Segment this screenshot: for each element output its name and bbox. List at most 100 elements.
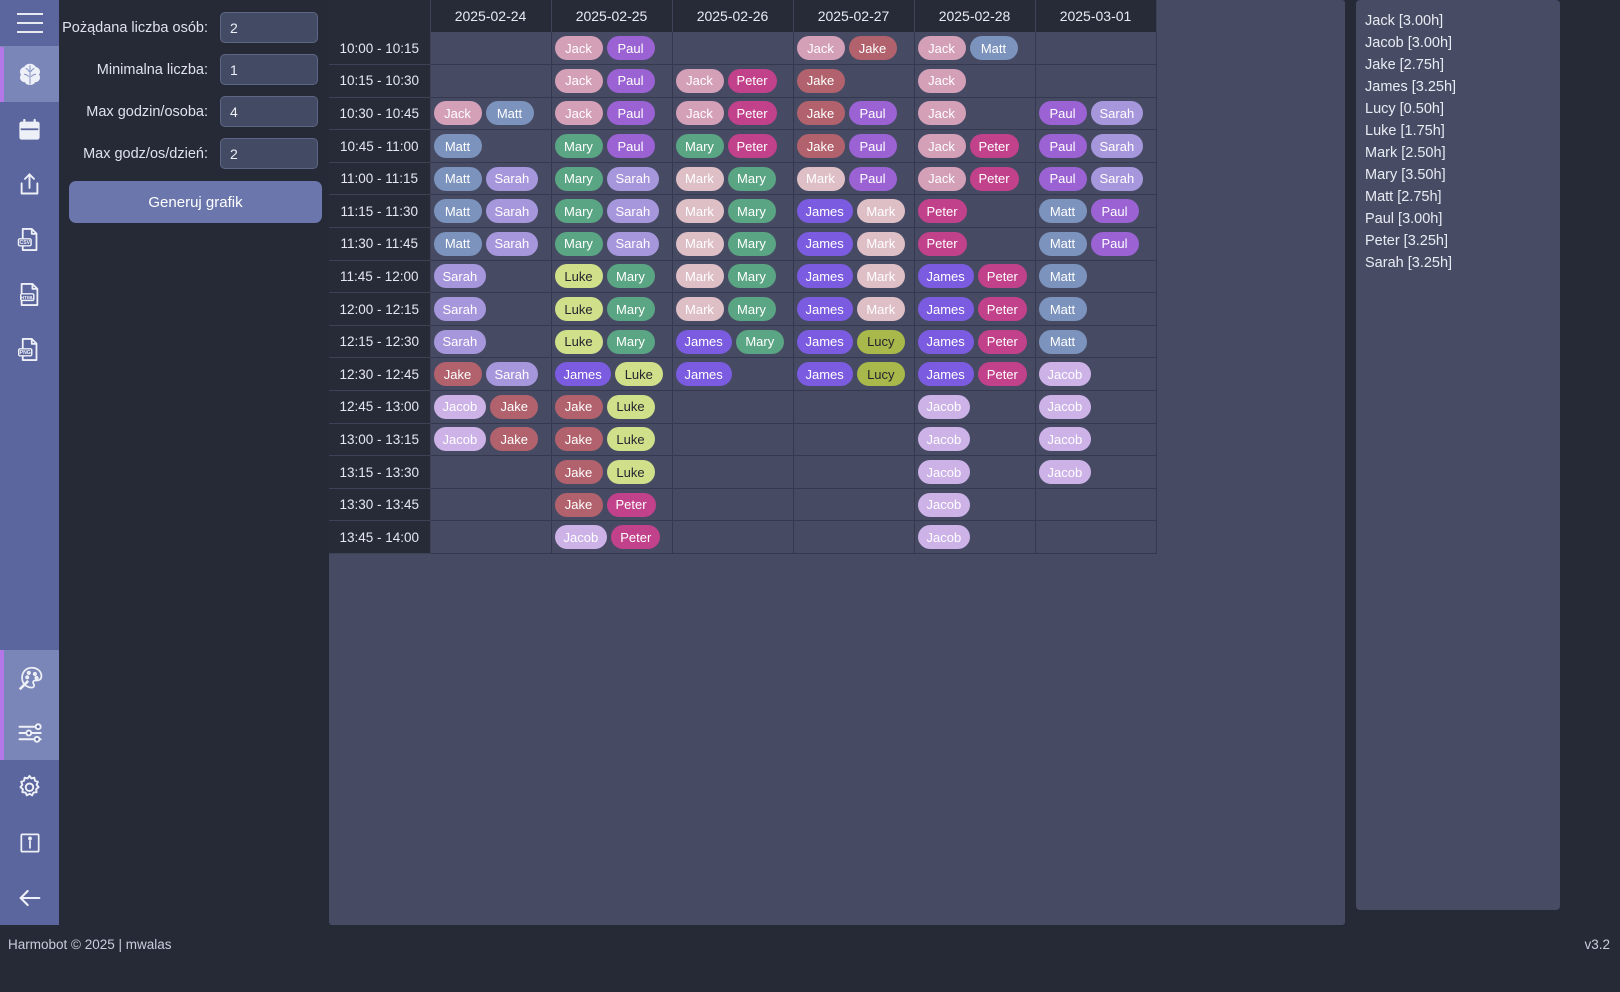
assignment-pill[interactable]: Jack [796,36,845,61]
schedule-slot-cell[interactable] [430,488,552,522]
assignment-pill[interactable]: James [675,362,732,387]
assignment-pill[interactable]: Mary [554,134,603,159]
assignment-pill[interactable]: James [796,362,853,387]
schedule-slot-cell[interactable]: Peter [914,194,1036,229]
assignment-pill[interactable]: Jack [433,101,482,126]
schedule-slot-cell[interactable] [1035,32,1157,66]
max-hours-per-person-input[interactable] [220,96,318,127]
assignment-pill[interactable]: Jacob [917,460,971,485]
assignment-pill[interactable]: Mark [675,199,724,224]
hamburger-menu-button[interactable] [0,0,59,47]
schedule-slot-cell[interactable]: Jacob Peter [551,520,673,554]
schedule-slot-cell[interactable] [793,423,915,457]
assignment-pill[interactable]: James [675,329,732,354]
sidebar-item-sliders[interactable] [0,705,59,760]
schedule-slot-cell[interactable] [672,423,794,457]
schedule-slot-cell[interactable]: Jacob [914,390,1036,424]
assignment-pill[interactable]: Peter [727,134,777,159]
assignment-pill[interactable]: Mary [735,329,784,354]
schedule-slot-cell[interactable]: James Mark [793,260,915,294]
assignment-pill[interactable]: Sarah [1090,134,1144,159]
schedule-slot-cell[interactable] [430,64,552,98]
assignment-pill[interactable]: Peter [977,362,1027,387]
assignment-pill[interactable]: Mark [796,166,845,191]
assignment-pill[interactable]: Paul [848,101,897,126]
assignment-pill[interactable]: Paul [1038,166,1087,191]
sidebar-item-settings[interactable] [0,760,59,815]
assignment-pill[interactable]: Sarah [433,329,487,354]
assignment-pill[interactable]: Matt [433,134,482,159]
assignment-pill[interactable]: Jack [675,101,724,126]
assignment-pill[interactable]: Mary [554,231,603,256]
assignment-pill[interactable]: Luke [554,264,603,289]
assignment-pill[interactable]: James [796,231,853,256]
schedule-slot-cell[interactable]: Paul Sarah [1035,97,1157,131]
assignment-pill[interactable]: James [796,329,853,354]
schedule-slot-cell[interactable]: Jake Sarah [430,357,552,392]
schedule-slot-cell[interactable]: James Peter [914,260,1036,294]
sidebar-item-html-export[interactable]: HTML [0,267,59,322]
assignment-pill[interactable]: James [917,329,974,354]
assignment-pill[interactable]: Sarah [1090,101,1144,126]
schedule-slot-cell[interactable]: Jacob [1035,390,1157,424]
assignment-pill[interactable]: Jake [490,427,539,452]
schedule-slot-cell[interactable]: Jack [914,97,1036,131]
schedule-slot-cell[interactable]: James Luke [551,357,673,392]
assignment-pill[interactable]: Paul [606,68,655,93]
schedule-slot-cell[interactable]: Mary Sarah [551,227,673,261]
schedule-slot-cell[interactable]: Luke Mary [551,325,673,359]
assignment-pill[interactable]: Jack [917,68,966,93]
assignment-pill[interactable]: Lucy [856,362,905,387]
schedule-slot-cell[interactable]: Jake Luke [551,423,673,457]
assignment-pill[interactable]: Jacob [917,427,971,452]
schedule-slot-cell[interactable]: Jack Jake [793,32,915,66]
schedule-slot-cell[interactable]: Jack Paul [551,32,673,66]
assignment-pill[interactable]: Jake [848,36,897,61]
sidebar-item-export[interactable] [0,157,59,212]
schedule-slot-cell[interactable]: Jack Peter [914,162,1036,196]
schedule-slot-cell[interactable]: Jacob Jake [430,423,552,457]
schedule-slot-cell[interactable] [672,390,794,424]
assignment-pill[interactable]: Jake [796,101,845,126]
sidebar-item-brain[interactable] [0,47,59,102]
assignment-pill[interactable]: Jake [796,134,845,159]
max-hours-per-person-per-day-input[interactable] [220,138,318,169]
schedule-slot-cell[interactable]: Mary Sarah [551,194,673,229]
desired-people-count-input[interactable] [220,12,318,43]
assignment-pill[interactable]: Mark [675,297,724,322]
assignment-pill[interactable]: Paul [606,36,655,61]
assignment-pill[interactable]: Sarah [433,264,487,289]
assignment-pill[interactable]: Mark [675,166,724,191]
schedule-slot-cell[interactable]: Jake Luke [551,390,673,424]
schedule-slot-cell[interactable]: Jacob [914,455,1036,489]
assignment-pill[interactable]: Luke [614,362,663,387]
schedule-slot-cell[interactable]: Mark Mary [672,162,794,196]
sidebar-item-csv-export[interactable]: CSV [0,212,59,267]
assignment-pill[interactable]: Sarah [485,231,539,256]
schedule-slot-cell[interactable]: Jake Paul [793,129,915,163]
schedule-slot-cell[interactable]: James Lucy [793,357,915,392]
assignment-pill[interactable]: James [554,362,611,387]
assignment-pill[interactable]: Sarah [606,166,660,191]
assignment-pill[interactable]: Mark [856,297,905,322]
assignment-pill[interactable]: Mark [856,264,905,289]
assignment-pill[interactable]: Jacob [1038,427,1092,452]
sidebar-item-back[interactable] [0,870,59,925]
assignment-pill[interactable]: Mary [606,329,655,354]
schedule-slot-cell[interactable] [1035,520,1157,554]
assignment-pill[interactable]: Jack [917,36,966,61]
assignment-pill[interactable]: Sarah [1090,166,1144,191]
schedule-slot-cell[interactable] [1035,64,1157,98]
assignment-pill[interactable]: Peter [727,68,777,93]
assignment-pill[interactable]: Jacob [917,492,971,517]
schedule-slot-cell[interactable]: Sarah [430,260,552,294]
schedule-slot-cell[interactable]: Matt Sarah [430,194,552,229]
schedule-slot-cell[interactable]: James Mark [793,227,915,261]
assignment-pill[interactable]: Paul [1038,101,1087,126]
schedule-slot-cell[interactable]: Jack Peter [672,97,794,131]
schedule-slot-cell[interactable] [793,488,915,522]
sidebar-item-palette[interactable] [0,650,59,705]
assignment-pill[interactable]: Jacob [1038,362,1092,387]
assignment-pill[interactable]: Paul [1090,199,1139,224]
schedule-slot-cell[interactable]: Jake Peter [551,488,673,522]
